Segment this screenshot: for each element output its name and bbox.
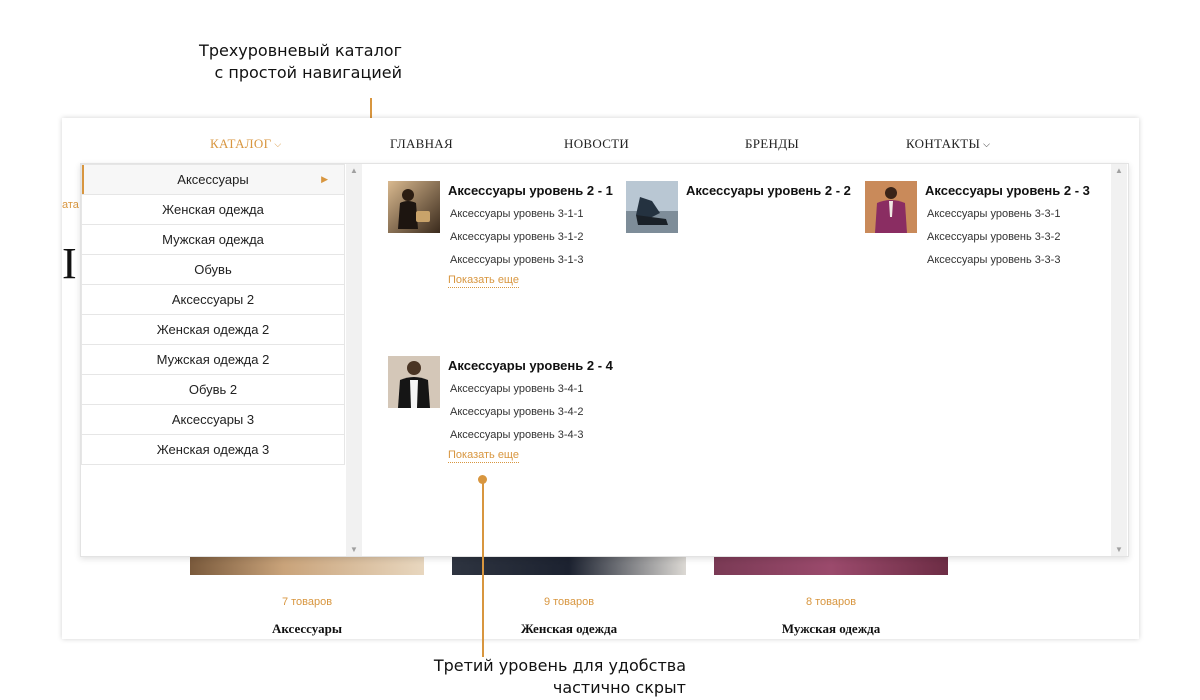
nav-contacts-label: КОНТАКТЫ xyxy=(906,136,981,151)
category-name[interactable]: Женская одежда xyxy=(452,621,686,637)
menu-item-label: Женская одежда 3 xyxy=(156,442,270,457)
menu-item-women[interactable]: Женская одежда xyxy=(81,194,345,225)
annotation-bottom-line2: частично скрыт xyxy=(552,678,686,697)
scroll-down-icon[interactable]: ▼ xyxy=(1115,545,1123,554)
menu-item-label: Аксессуары xyxy=(177,172,249,187)
menu-item-label: Обувь xyxy=(194,262,232,277)
menu-item-women-2[interactable]: Женская одежда 2 xyxy=(81,314,345,345)
submenu-scrollbar[interactable]: ▲ ▼ xyxy=(1111,164,1127,556)
submenu-thumbnail[interactable] xyxy=(865,181,917,233)
scroll-down-icon[interactable]: ▼ xyxy=(350,545,358,554)
submenu-link[interactable]: Аксессуары уровень 3-1-1 xyxy=(450,206,583,229)
submenu-link[interactable]: Аксессуары уровень 3-3-1 xyxy=(927,206,1060,229)
annotation-bottom: Третий уровень для удобства частично скр… xyxy=(400,655,686,699)
submenu-title[interactable]: Аксессуары уровень 2 - 4 xyxy=(448,358,613,373)
submenu-block: Аксессуары уровень 2 - 2 xyxy=(626,181,856,241)
catalog-dropdown: Аксессуары ▶ Женская одежда Мужская одеж… xyxy=(80,163,1129,557)
menu-scrollbar[interactable]: ▲ ▼ xyxy=(346,164,362,556)
submenu-block: Аксессуары уровень 2 - 3 Аксессуары уров… xyxy=(865,181,1095,281)
chevron-down-icon: ⌵ xyxy=(274,139,282,149)
breadcrumb-fragment: ата xyxy=(62,199,79,211)
photo-man-suit xyxy=(865,181,917,233)
scroll-up-icon[interactable]: ▲ xyxy=(350,166,358,175)
submenu-thumbnail[interactable] xyxy=(626,181,678,233)
submenu-list: Аксессуары уровень 3-4-1 Аксессуары уров… xyxy=(450,381,583,450)
menu-item-men-2[interactable]: Мужская одежда 2 xyxy=(81,344,345,375)
annotation-bottom-line1: Третий уровень для удобства xyxy=(433,656,686,675)
catalog-menu: Аксессуары ▶ Женская одежда Мужская одеж… xyxy=(81,164,345,465)
category-count: 8 товаров xyxy=(805,596,857,608)
show-more-link[interactable]: Показать еще xyxy=(448,274,519,288)
menu-item-label: Аксессуары 2 xyxy=(171,292,255,307)
photo-woman-jacket xyxy=(388,356,440,408)
category-name[interactable]: Мужская одежда xyxy=(714,621,948,637)
annotation-top-line2: с простой навигацией xyxy=(214,63,402,82)
submenu-thumbnail[interactable] xyxy=(388,181,440,233)
submenu-title[interactable]: Аксессуары уровень 2 - 3 xyxy=(925,183,1090,198)
nav-brands-label: БРЕНДЫ xyxy=(745,136,800,151)
category-count: 9 товаров xyxy=(543,596,595,608)
annotation-bottom-line xyxy=(482,480,484,657)
submenu-link[interactable]: Аксессуары уровень 3-4-1 xyxy=(450,381,583,404)
menu-item-label: Мужская одежда xyxy=(162,232,264,247)
submenu-link[interactable]: Аксессуары уровень 3-3-3 xyxy=(927,252,1060,275)
menu-item-shoes[interactable]: Обувь xyxy=(81,254,345,285)
photo-shoes xyxy=(626,181,678,233)
submenu-block: Аксессуары уровень 2 - 1 Аксессуары уров… xyxy=(388,181,618,301)
menu-item-accessories-3[interactable]: Аксессуары 3 xyxy=(81,404,345,435)
submenu-title[interactable]: Аксессуары уровень 2 - 1 xyxy=(448,183,613,198)
scroll-up-icon[interactable]: ▲ xyxy=(1115,166,1123,175)
active-marker xyxy=(82,165,84,195)
menu-item-accessories[interactable]: Аксессуары ▶ xyxy=(81,164,345,195)
photo-woman-handbag xyxy=(388,181,440,233)
top-navigation: КАТАЛОГ ⌵ ГЛАВНАЯ НОВОСТИ БРЕНДЫ КОНТАКТЫ… xyxy=(62,118,1139,164)
submenu-list: Аксессуары уровень 3-3-1 Аксессуары уров… xyxy=(927,206,1060,275)
submenu-link[interactable]: Аксессуары уровень 3-4-3 xyxy=(450,427,583,450)
submenu-link[interactable]: Аксессуары уровень 3-4-2 xyxy=(450,404,583,427)
menu-item-label: Женская одежда xyxy=(162,202,264,217)
caret-right-icon: ▶ xyxy=(321,174,328,184)
nav-catalog[interactable]: КАТАЛОГ ⌵ xyxy=(210,136,282,152)
nav-home[interactable]: ГЛАВНАЯ xyxy=(390,136,453,152)
category-name[interactable]: Аксессуары xyxy=(190,621,424,637)
show-more-link[interactable]: Показать еще xyxy=(448,449,519,463)
nav-home-label: ГЛАВНАЯ xyxy=(390,136,453,151)
category-count: 7 товаров xyxy=(281,596,333,608)
page-title-fragment: I xyxy=(62,239,77,288)
nav-news-label: НОВОСТИ xyxy=(564,136,630,151)
menu-item-label: Женская одежда 2 xyxy=(156,322,270,337)
submenu-link[interactable]: Аксессуары уровень 3-3-2 xyxy=(927,229,1060,252)
submenu-title[interactable]: Аксессуары уровень 2 - 2 xyxy=(686,183,851,198)
chevron-down-icon: ⌵ xyxy=(983,139,991,149)
annotation-top-line1: Трехуровневый каталог xyxy=(199,41,402,60)
menu-item-accessories-2[interactable]: Аксессуары 2 xyxy=(81,284,345,315)
submenu-link[interactable]: Аксессуары уровень 3-1-2 xyxy=(450,229,583,252)
menu-item-label: Аксессуары 3 xyxy=(171,412,255,427)
menu-item-label: Обувь 2 xyxy=(188,382,238,397)
submenu-thumbnail[interactable] xyxy=(388,356,440,408)
menu-item-women-3[interactable]: Женская одежда 3 xyxy=(81,434,345,465)
nav-catalog-label: КАТАЛОГ xyxy=(210,136,272,151)
annotation-top: Трехуровневый каталог с простой навигаци… xyxy=(180,40,402,84)
nav-news[interactable]: НОВОСТИ xyxy=(564,136,629,152)
menu-item-men[interactable]: Мужская одежда xyxy=(81,224,345,255)
nav-contacts[interactable]: КОНТАКТЫ ⌵ xyxy=(906,136,990,152)
submenu-list: Аксессуары уровень 3-1-1 Аксессуары уров… xyxy=(450,206,583,275)
menu-item-label: Мужская одежда 2 xyxy=(156,352,270,367)
submenu-link[interactable]: Аксессуары уровень 3-1-3 xyxy=(450,252,583,275)
nav-brands[interactable]: БРЕНДЫ xyxy=(745,136,799,152)
menu-item-shoes-2[interactable]: Обувь 2 xyxy=(81,374,345,405)
submenu-block: Аксессуары уровень 2 - 4 Аксессуары уров… xyxy=(388,356,618,476)
